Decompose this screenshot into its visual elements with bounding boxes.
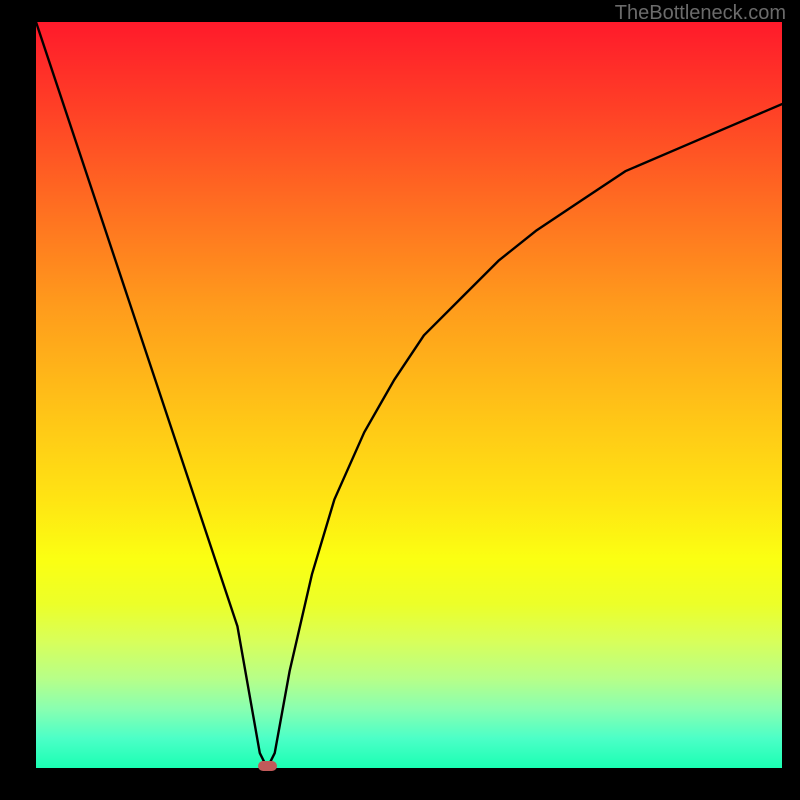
bottleneck-curve bbox=[36, 22, 782, 768]
minimum-marker bbox=[258, 761, 277, 771]
curve-svg bbox=[36, 22, 782, 768]
chart-frame: TheBottleneck.com bbox=[0, 0, 800, 800]
watermark-text: TheBottleneck.com bbox=[615, 2, 786, 25]
